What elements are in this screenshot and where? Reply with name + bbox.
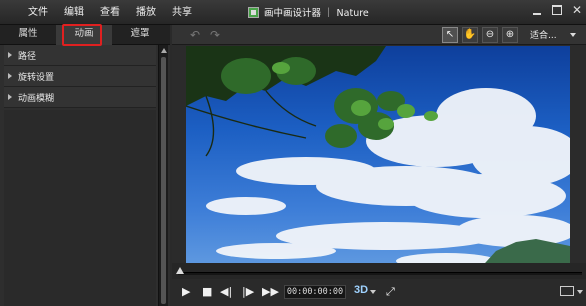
chevron-down-icon[interactable] — [570, 33, 576, 37]
zoom-out-icon[interactable]: ⊖ — [482, 27, 498, 43]
chevron-down-icon[interactable] — [577, 290, 583, 294]
property-rotation[interactable]: 旋转设置 — [4, 66, 156, 87]
property-list: 路径 旋转设置 动画模糊 — [4, 45, 156, 108]
zoom-in-icon[interactable]: ⊕ — [502, 27, 518, 43]
menu-share[interactable]: 共享 — [164, 6, 200, 20]
tab-mask[interactable]: 遮罩 — [112, 25, 168, 45]
maximize-icon[interactable] — [552, 5, 562, 15]
prev-frame-icon[interactable]: ◀| — [220, 285, 232, 298]
preview-toolbar: ↶ ↷ ↖ ✋ ⊖ ⊕ 适合... — [172, 25, 586, 45]
redo-icon[interactable]: ↷ — [210, 28, 220, 42]
app-title: 画中画设计器 ｜ Nature — [248, 5, 369, 19]
scroll-thumb[interactable] — [161, 57, 166, 304]
left-scrollbar[interactable] — [158, 45, 168, 306]
property-label: 路径 — [18, 51, 37, 62]
tab-highlight-box — [62, 24, 102, 46]
window-title: 画中画设计器 ｜ Nature — [264, 8, 369, 19]
tab-properties[interactable]: 属性 — [0, 25, 56, 45]
expand-arrow-icon — [8, 73, 12, 79]
expand-arrow-icon — [8, 52, 12, 58]
app-icon — [248, 6, 259, 18]
timecode-display: 00:00:00:00 — [284, 285, 346, 299]
stop-icon[interactable]: ■ — [202, 285, 212, 298]
transport-controls: ▶ ■ ◀| |▶ ▶▶ 00:00:00:00 3D ⤢ — [172, 279, 586, 306]
property-motion-blur[interactable]: 动画模糊 — [4, 87, 156, 108]
scroll-up-icon[interactable] — [160, 48, 167, 53]
menu-edit[interactable]: 编辑 — [56, 6, 92, 20]
preview-panel: ↶ ↷ ↖ ✋ ⊖ ⊕ 适合... ▶ ■ ◀| |▶ ▶▶ 00:00:00:… — [172, 25, 586, 306]
window-controls: ✕ — [532, 4, 582, 16]
property-label: 动画模糊 — [18, 93, 55, 104]
menu-view[interactable]: 查看 — [92, 6, 128, 20]
hand-tool-icon[interactable]: ✋ — [462, 27, 478, 43]
close-icon[interactable]: ✕ — [572, 4, 582, 16]
left-panel: 属性 动画 遮罩 路径 旋转设置 动画模糊 — [0, 25, 170, 306]
play-icon[interactable]: ▶ — [182, 285, 190, 298]
3d-mode-button[interactable]: 3D — [354, 284, 368, 296]
menu-play[interactable]: 播放 — [128, 6, 164, 20]
property-path[interactable]: 路径 — [4, 45, 156, 66]
title-bar: 文件 编辑 查看 播放 共享 画中画设计器 ｜ Nature ✕ — [0, 0, 586, 25]
zoom-dropdown[interactable]: 适合... — [530, 28, 557, 41]
property-label: 旋转设置 — [18, 72, 55, 83]
menu-bar: 文件 编辑 查看 播放 共享 — [20, 6, 200, 20]
fullscreen-icon[interactable]: ⤢ — [386, 285, 395, 299]
expand-arrow-icon — [8, 94, 12, 100]
menu-file[interactable]: 文件 — [20, 6, 56, 20]
timeline[interactable] — [172, 263, 586, 279]
view-mode-icon[interactable] — [560, 286, 574, 296]
playhead-icon[interactable] — [176, 267, 184, 274]
property-panel-body — [4, 110, 156, 306]
next-frame-icon[interactable]: |▶ — [242, 285, 254, 298]
pointer-tool-icon[interactable]: ↖ — [442, 27, 458, 43]
chevron-down-icon[interactable] — [370, 290, 376, 294]
minimize-icon[interactable] — [532, 5, 542, 16]
fast-forward-icon[interactable]: ▶▶ — [262, 285, 279, 298]
timeline-track[interactable] — [178, 272, 582, 275]
undo-icon[interactable]: ↶ — [190, 28, 200, 42]
preview-canvas[interactable] — [186, 46, 570, 284]
nature-image — [186, 46, 570, 284]
